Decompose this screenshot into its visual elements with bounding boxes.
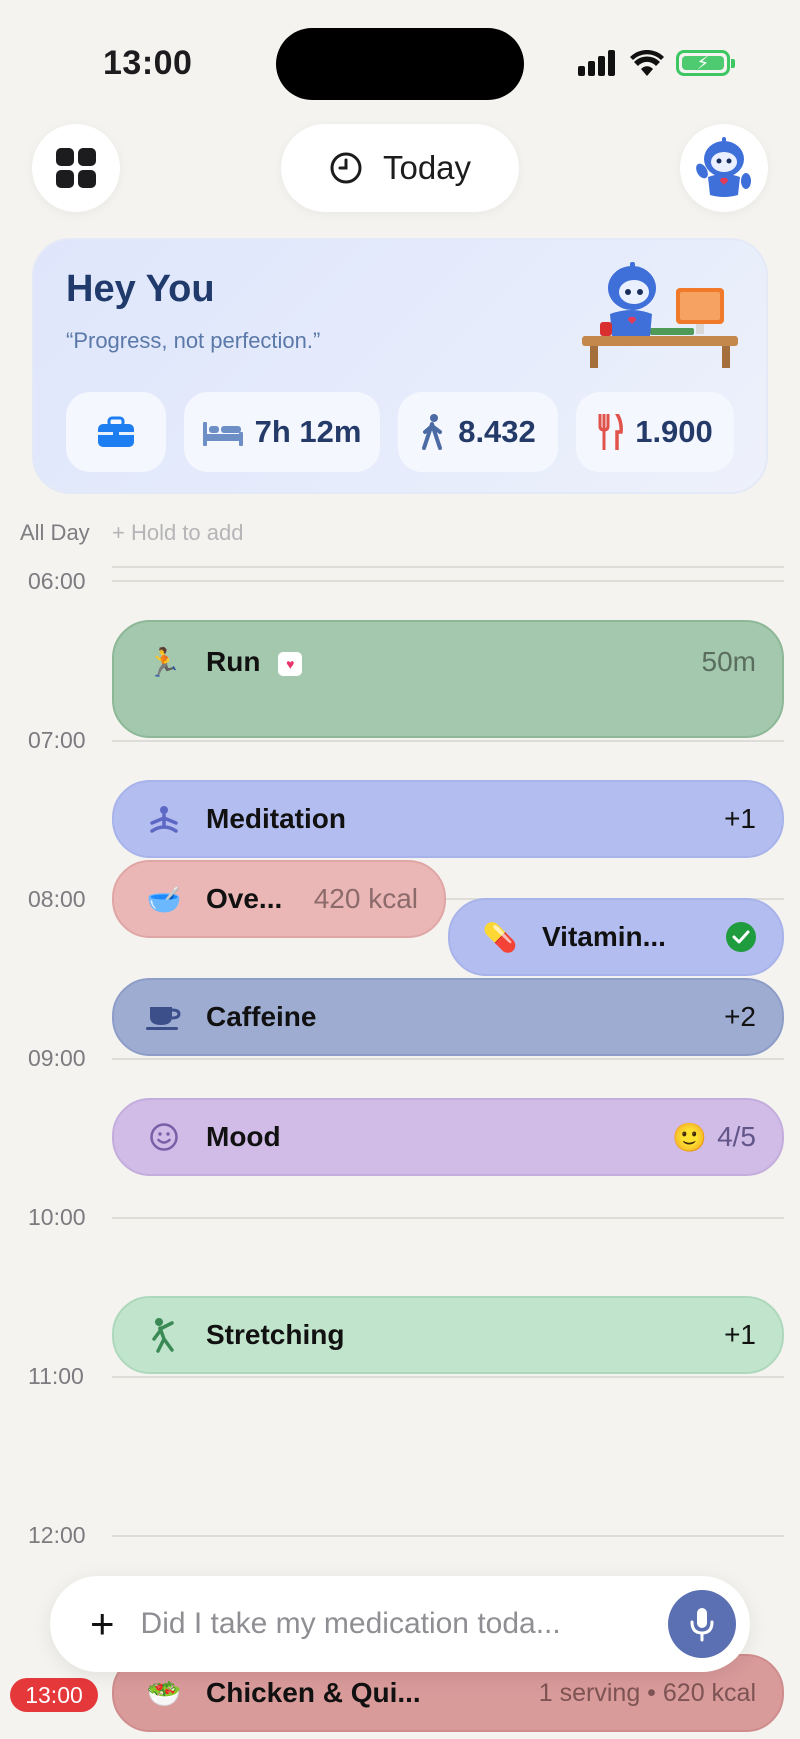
event-caffeine[interactable]: Caffeine +2	[112, 978, 784, 1056]
event-serving-calories: 1 serving • 620 kcal	[538, 1678, 756, 1707]
today-button[interactable]: Today	[281, 124, 519, 212]
ask-input-placeholder[interactable]: Did I take my medication toda...	[141, 1607, 668, 1641]
stretching-icon	[144, 1317, 184, 1353]
calories-value: 1.900	[635, 414, 713, 449]
status-time: 13:00	[103, 44, 193, 82]
status-icons: ⚡	[578, 50, 735, 76]
event-name: Caffeine	[206, 1001, 317, 1032]
hour-line	[112, 1058, 784, 1060]
event-vitamin[interactable]: 💊 Vitamin...	[448, 898, 784, 976]
hour-label: 12:00	[28, 1522, 86, 1548]
steps-chip[interactable]: 8.432	[398, 392, 558, 472]
event-name: Meditation	[206, 803, 346, 834]
sleep-chip[interactable]: 7h 12m	[184, 392, 380, 472]
microphone-button[interactable]	[668, 1590, 736, 1658]
greeting-quote: “Progress, not perfection.”	[66, 328, 321, 353]
cellular-signal-icon	[578, 50, 615, 76]
hour-label: 10:00	[28, 1204, 86, 1230]
coffee-cup-icon	[144, 1003, 184, 1031]
meditation-icon	[144, 805, 184, 833]
smiling-face-icon: 🙂	[672, 1121, 708, 1153]
event-name: Vitamin...	[542, 921, 666, 952]
walking-icon	[422, 414, 443, 450]
wifi-icon	[630, 50, 664, 76]
event-run[interactable]: 🏃 Run ♥ 50m	[112, 620, 784, 738]
bed-icon	[202, 422, 243, 446]
event-name: Mood	[206, 1121, 281, 1152]
hour-label: 07:00	[28, 727, 86, 753]
all-day-divider	[112, 566, 784, 568]
greeting-title: Hey You	[66, 268, 215, 310]
event-name: Stretching	[206, 1319, 345, 1350]
grid-icon	[56, 148, 96, 188]
hour-label: 09:00	[28, 1045, 86, 1071]
current-time-badge: 13:00	[10, 1678, 98, 1712]
robot-mascot-icon	[696, 137, 751, 197]
hour-line	[112, 1535, 784, 1537]
pill-icon: 💊	[482, 921, 518, 953]
fork-knife-icon	[598, 414, 624, 450]
hour-label: 11:00	[28, 1363, 84, 1389]
dynamic-island	[276, 28, 524, 100]
event-oatmeal[interactable]: 🥣 Ove... 420 kcal	[112, 860, 446, 938]
hour-line	[112, 580, 784, 582]
mood-rating: 🙂 4/5	[672, 1121, 756, 1153]
robot-at-desk-illustration	[582, 262, 738, 368]
checkmark-icon[interactable]	[726, 922, 756, 952]
health-heart-icon: ♥	[278, 651, 303, 676]
smiley-outline-icon	[144, 1122, 184, 1152]
sleep-value: 7h 12m	[254, 414, 362, 449]
hold-to-add-hint[interactable]: + Hold to add	[112, 520, 243, 546]
avatar-button[interactable]	[680, 124, 768, 212]
bowl-icon: 🥣	[146, 883, 182, 915]
salad-icon: 🥗	[146, 1677, 182, 1709]
all-day-label: All Day	[20, 520, 90, 545]
hour-line	[112, 740, 784, 742]
event-name: Chicken & Qui...	[206, 1677, 421, 1708]
event-name: Ove...	[206, 883, 283, 914]
ask-input-bar[interactable]: + Did I take my medication toda...	[50, 1576, 750, 1672]
event-mood[interactable]: Mood 🙂 4/5	[112, 1098, 784, 1176]
event-extra-count: +2	[724, 1001, 756, 1032]
hour-line	[112, 1217, 784, 1219]
add-icon[interactable]: +	[90, 1603, 115, 1645]
event-stretching[interactable]: Stretching +1	[112, 1296, 784, 1374]
microphone-icon	[690, 1608, 714, 1642]
steps-value: 8.432	[458, 414, 536, 449]
work-chip[interactable]	[66, 392, 166, 472]
event-name: Run ♥	[206, 646, 303, 678]
briefcase-icon	[98, 416, 134, 447]
event-calories: 420 kcal	[313, 883, 418, 914]
event-extra-count: +1	[724, 803, 756, 834]
event-extra-count: +1	[724, 1319, 756, 1350]
greeting-card: Hey You “Progress, not perfection.” 7h 1…	[32, 238, 768, 494]
hour-label: 08:00	[28, 886, 86, 912]
battery-charging-icon: ⚡	[676, 50, 735, 76]
event-meditation[interactable]: Meditation +1	[112, 780, 784, 858]
hour-line	[112, 1376, 784, 1378]
running-icon: 🏃	[146, 647, 182, 678]
event-duration: 50m	[701, 646, 756, 677]
menu-grid-button[interactable]	[32, 124, 120, 212]
clock-icon	[330, 152, 362, 184]
hour-label: 06:00	[28, 568, 86, 594]
calories-chip[interactable]: 1.900	[576, 392, 734, 472]
today-label: Today	[382, 149, 472, 186]
